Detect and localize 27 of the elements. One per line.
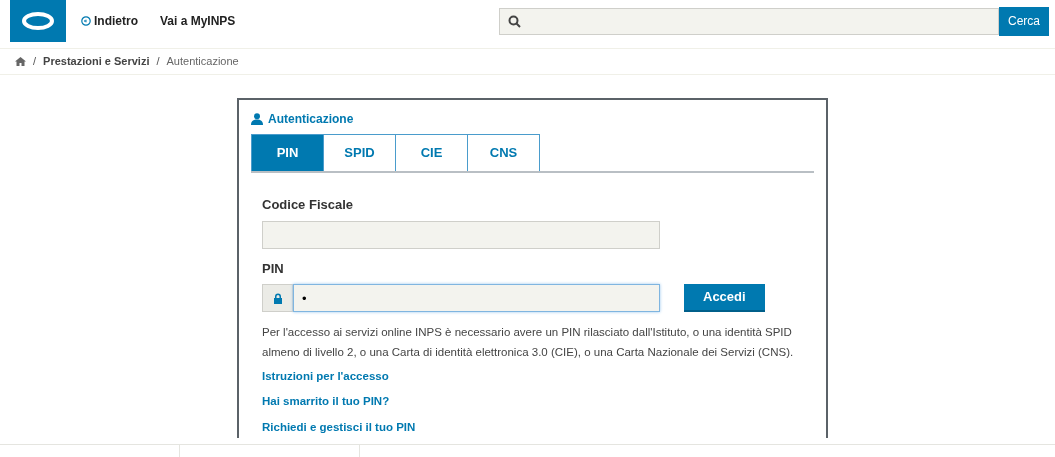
back-link[interactable]: Indietro xyxy=(81,12,138,30)
search-button[interactable]: Cerca xyxy=(999,6,1049,36)
tab[interactable]: PIN xyxy=(251,134,324,171)
search-icon xyxy=(508,14,521,28)
logo-icon xyxy=(21,11,55,31)
search-field[interactable] xyxy=(499,7,999,35)
pin-field[interactable]: • xyxy=(293,284,660,312)
back-icon xyxy=(81,16,91,26)
help-link[interactable]: Richiedi e gestisci il tuo PIN xyxy=(262,418,416,436)
help-link[interactable]: Istruzioni per l'accesso xyxy=(262,368,389,386)
field-label: PIN xyxy=(262,259,285,278)
current-page-label: Autenticazione xyxy=(166,54,239,70)
accedi-button[interactable]: Accedi xyxy=(684,284,765,312)
user-icon xyxy=(251,113,263,125)
logo[interactable] xyxy=(10,0,66,42)
tab[interactable]: CNS xyxy=(467,134,540,171)
lock-icon xyxy=(272,292,283,304)
breadcrumb-separator: / xyxy=(33,54,37,70)
breadcrumb-link[interactable]: Prestazioni e Servizi xyxy=(43,53,150,70)
nav-link[interactable]: Vai a MyINPS xyxy=(160,12,236,30)
breadcrumb-separator: / xyxy=(156,54,160,70)
help-link[interactable]: Hai smarrito il tuo PIN? xyxy=(262,393,390,411)
field-label: Codice Fiscale xyxy=(262,196,355,214)
codice-fiscale-field[interactable] xyxy=(262,220,660,249)
home-icon[interactable] xyxy=(15,57,26,66)
info-text: Per l'accesso ai servizi online INPS è necessario avere un PIN rilasciato dall'Istituto, o una identità SPID almeno di livello 2, o una Carta di identità elettronica 3.0 (CIE), o una Carta Nazionale dei Servizi (CNS). xyxy=(261,325,795,360)
card-title: Autenticazione xyxy=(268,111,354,128)
